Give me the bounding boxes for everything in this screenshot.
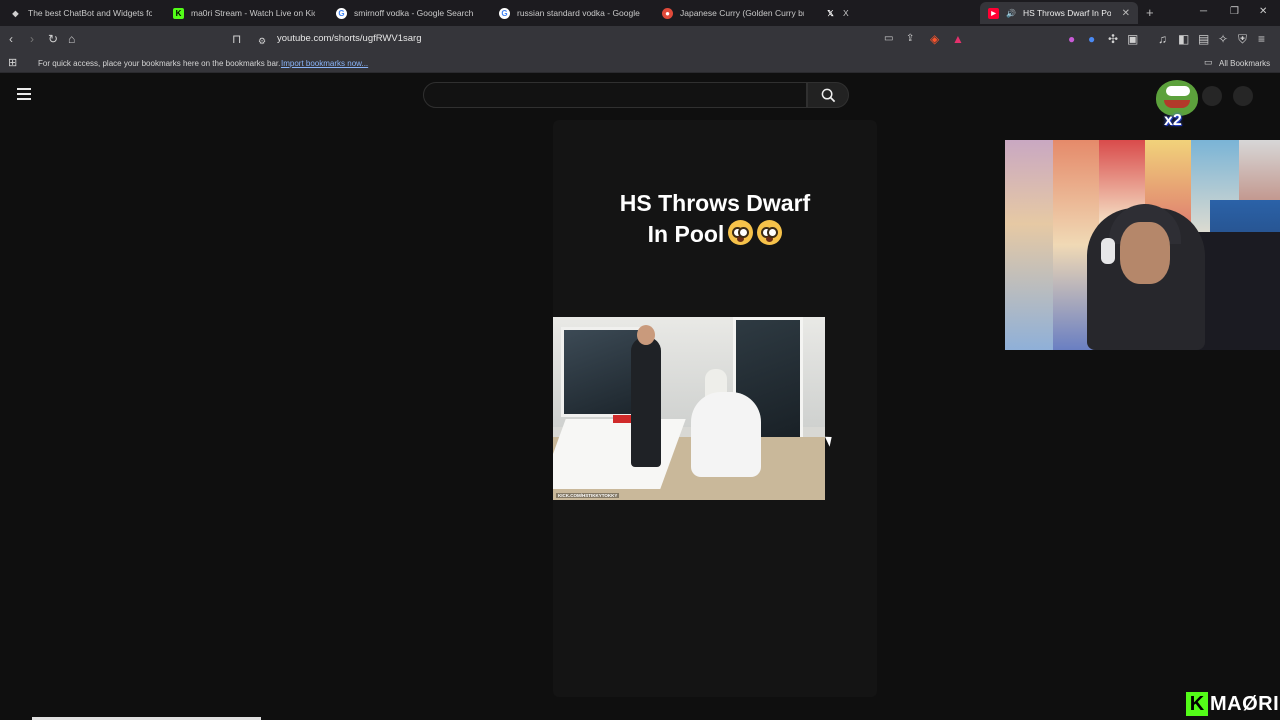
close-tab-icon[interactable]: ✕ (1122, 8, 1130, 19)
short-title-line: HS Throws Dwarf (619, 190, 811, 216)
bookmarks-hint: For quick access, place your bookmarks h… (38, 59, 281, 68)
tab-title: ma0ri Stream - Watch Live on Kick (191, 8, 315, 18)
avatar[interactable] (1233, 86, 1253, 106)
search-button[interactable] (807, 82, 849, 108)
extension-icon[interactable]: ● (1068, 32, 1075, 46)
tab-chatbot[interactable]: ◆ The best ChatBot and Widgets for Ki (2, 2, 160, 24)
menu-icon[interactable]: ≡ (1258, 32, 1265, 46)
site-info-icon[interactable]: ⚙ (258, 34, 266, 48)
tab-smirnoff-search[interactable]: G smirnoff vodka - Google Search (328, 2, 486, 24)
video-frame[interactable]: KICK.COM/HSTIKKYTOKKY (553, 317, 825, 500)
close-window-icon[interactable]: ✕ (1259, 6, 1267, 17)
short-title: HS Throws Dwarf In Pool (553, 188, 877, 250)
extension-icon[interactable]: ▣ (1127, 32, 1138, 46)
cast-icon[interactable]: ▭ (884, 32, 893, 46)
kick-logo: K MAØRI (1186, 691, 1279, 717)
apps-grid-icon[interactable]: ⊞ (8, 56, 17, 69)
reload-icon[interactable]: ↻ (48, 32, 58, 46)
browser-toolbar: ‹ › ↻ ⌂ ⊓ ⚙ ▭ ⇪ ◈ ▲ ● ● ✣ ▣ ♫ ◧ ▤ ✧ ⛨ ≡ (0, 26, 1280, 53)
flushed-face-icon (757, 220, 783, 245)
all-bookmarks-button[interactable]: All Bookmarks (1219, 59, 1270, 68)
tab-title: X (843, 8, 849, 18)
pepe-emote: x2 (1154, 78, 1200, 134)
audio-playing-icon: 🔊 (1006, 8, 1016, 18)
streamer-webcam (1005, 140, 1280, 350)
extension-icon[interactable]: ● (1088, 32, 1095, 46)
tab-japanese-curry[interactable]: ● Japanese Curry (Golden Curry brand (654, 2, 812, 24)
x-icon: 𝕏 (827, 8, 834, 18)
forward-icon[interactable]: › (30, 32, 34, 46)
flushed-face-icon (728, 220, 754, 245)
tab-x[interactable]: 𝕏 X (817, 2, 975, 24)
youtube-icon: ▶ (988, 7, 999, 19)
sidebar-icon[interactable]: ◧ (1178, 32, 1189, 46)
tab-russian-standard-search[interactable]: G russian standard vodka - Google Sea (491, 2, 649, 24)
bookmarks-bar: ⊞ For quick access, place your bookmarks… (0, 53, 1280, 73)
brave-shields-icon[interactable]: ◈ (930, 32, 939, 46)
chatbot-icon: ◆ (12, 8, 19, 18)
leo-ai-icon[interactable]: ✧ (1218, 32, 1228, 46)
kick-icon: K (173, 7, 184, 19)
minimize-icon[interactable]: ─ (1200, 6, 1207, 17)
back-icon[interactable]: ‹ (9, 32, 13, 46)
tab-title: The best ChatBot and Widgets for Ki (28, 8, 152, 18)
tab-title: russian standard vodka - Google Sea (517, 8, 641, 18)
recipe-icon: ● (662, 7, 673, 19)
address-bar[interactable]: youtube.com/shorts/ugfRWV1sarg (277, 33, 422, 44)
new-tab-button[interactable]: + (1146, 5, 1154, 20)
tab-kick-stream[interactable]: K ma0ri Stream - Watch Live on Kick (165, 2, 323, 24)
tab-title: Japanese Curry (Golden Curry brand (680, 8, 804, 18)
google-icon: G (336, 7, 347, 19)
streamer-brand: MAØRI (1210, 692, 1280, 715)
video-watermark: KICK.COM/HSTIKKYTOKKY (556, 493, 620, 498)
kick-icon: K (1186, 692, 1208, 716)
restore-icon[interactable]: ❐ (1230, 6, 1239, 17)
wallet-icon[interactable]: ▤ (1198, 32, 1209, 46)
hamburger-menu-icon[interactable] (17, 88, 31, 100)
import-bookmarks-link[interactable]: Import bookmarks now... (281, 59, 368, 68)
short-title-line: In Pool (647, 221, 725, 247)
search-input[interactable] (423, 82, 807, 108)
tab-title: smirnoff vodka - Google Search (354, 8, 474, 18)
folder-icon: ▭ (1204, 57, 1213, 67)
bookmark-icon[interactable]: ⊓ (232, 32, 241, 46)
browser-tab-strip: ◆ The best ChatBot and Widgets for Ki K … (0, 0, 1280, 26)
media-icon[interactable]: ♫ (1158, 32, 1167, 46)
extensions-puzzle-icon[interactable]: ✣ (1108, 32, 1118, 46)
shorts-player[interactable]: HS Throws Dwarf In Pool KICK.COM/HSTIKKY… (553, 120, 877, 697)
tab-title: HS Throws Dwarf In Pool 😳 (1022, 7, 1111, 18)
home-icon[interactable]: ⌂ (68, 32, 75, 46)
tab-youtube-short[interactable]: ▶ 🔊 HS Throws Dwarf In Pool 😳 ✕ (980, 2, 1138, 24)
vpn-icon[interactable]: ⛨ (1238, 32, 1247, 46)
brave-rewards-icon[interactable]: ▲ (952, 32, 964, 46)
emote-count: x2 (1164, 112, 1182, 129)
search-icon (821, 88, 835, 102)
google-icon: G (499, 7, 510, 19)
share-icon[interactable]: ⇪ (906, 32, 914, 46)
notifications-button[interactable] (1202, 86, 1222, 106)
